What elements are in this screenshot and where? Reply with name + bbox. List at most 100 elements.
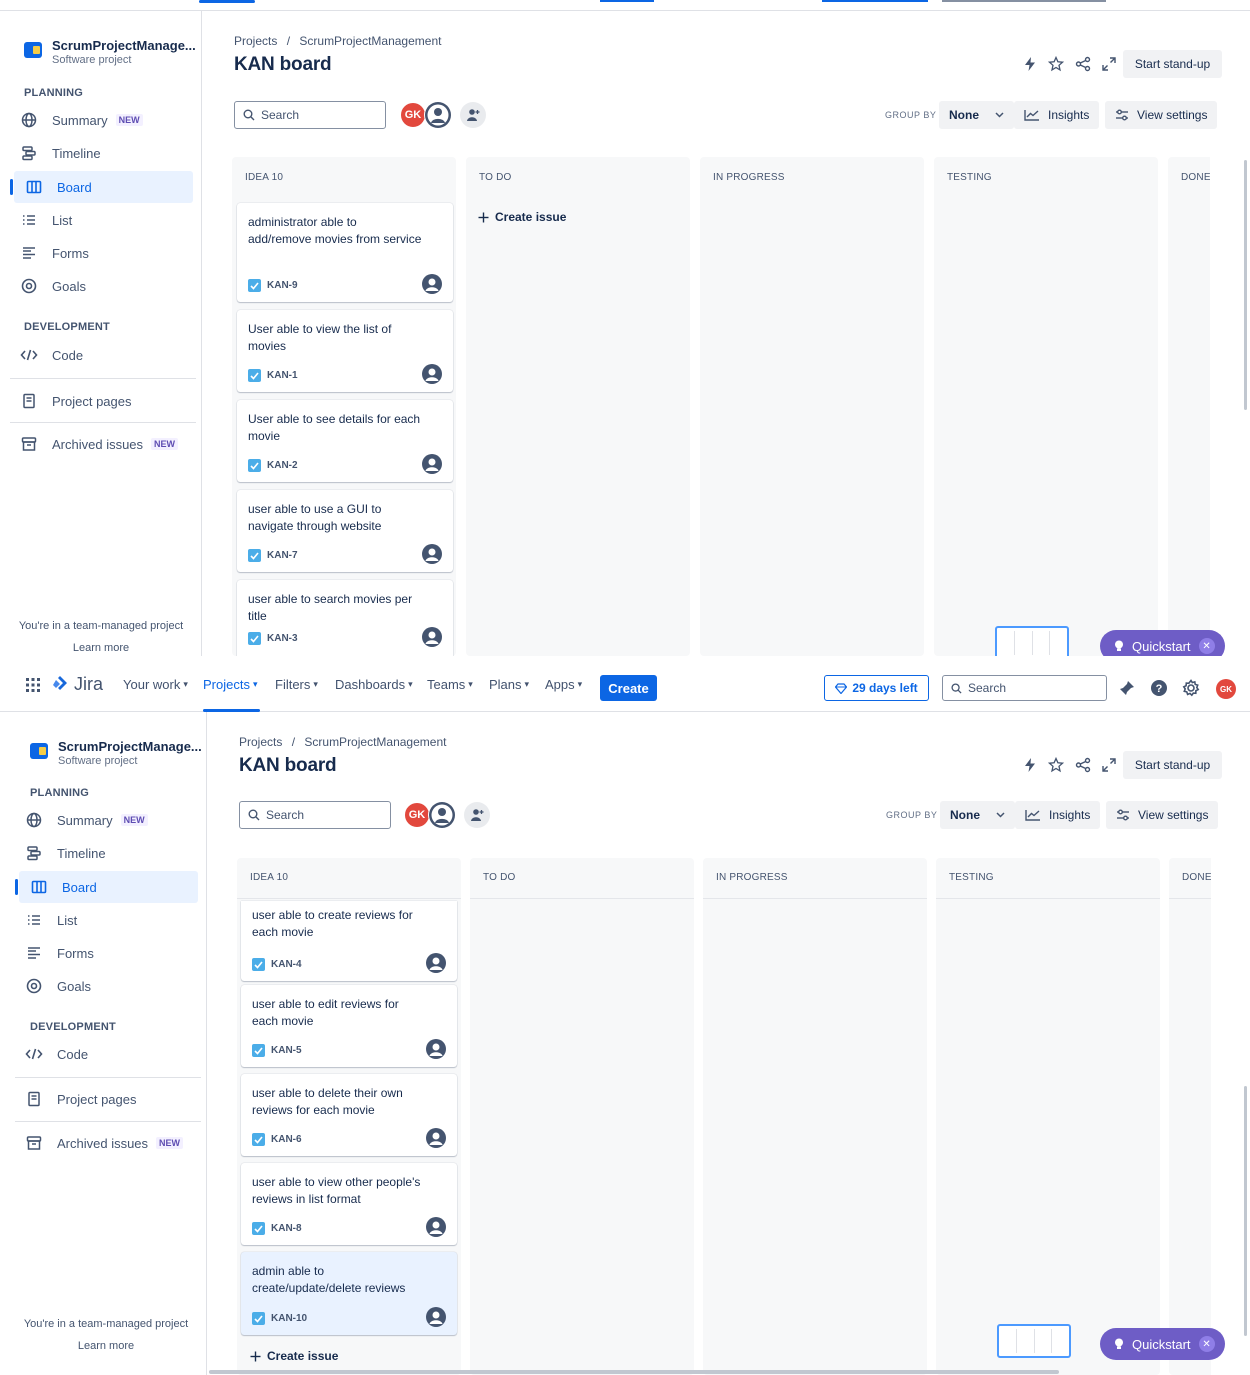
expand-icon[interactable] <box>1100 756 1118 774</box>
vertical-scrollbar[interactable] <box>1244 160 1247 410</box>
breadcrumb-projects[interactable]: Projects <box>239 735 282 749</box>
start-standup-button[interactable]: Start stand-up <box>1123 751 1222 779</box>
sidebar-item-goals[interactable]: Goals <box>10 970 193 1002</box>
insights-button[interactable]: Insights <box>1014 101 1100 129</box>
sidebar-item-timeline[interactable]: Timeline <box>5 137 188 169</box>
create-issue-button[interactable]: Create issue <box>478 210 566 224</box>
sidebar-item-goals[interactable]: Goals <box>5 270 188 302</box>
sidebar-item-summary[interactable]: Summary NEW <box>5 104 188 136</box>
sidebar-item-code[interactable]: Code <box>5 339 188 371</box>
learn-more-link[interactable]: Learn more <box>0 1340 212 1352</box>
issue-card[interactable]: User able to see details for each movie … <box>237 400 453 482</box>
nav-teams[interactable]: Teams ▾ <box>427 656 473 712</box>
board-search-input[interactable]: Search <box>234 101 386 129</box>
assignee-avatar-icon[interactable] <box>426 1217 446 1237</box>
issue-card[interactable]: administrator able to add/remove movies … <box>237 203 453 302</box>
board-minimap[interactable] <box>997 1324 1071 1358</box>
avatar-gk[interactable]: GK <box>403 801 431 829</box>
notifications-icon[interactable] <box>1118 679 1136 697</box>
sidebar-item-code[interactable]: Code <box>10 1038 193 1070</box>
breadcrumb-project[interactable]: ScrumProjectManagement <box>299 34 441 48</box>
project-header[interactable]: ScrumProjectManage... Software project <box>30 739 202 767</box>
star-icon[interactable] <box>1047 756 1065 774</box>
add-people-icon[interactable] <box>460 102 486 128</box>
group-by-select[interactable]: None <box>939 101 1014 129</box>
nav-your-work[interactable]: Your work ▾ <box>123 656 188 712</box>
group-by-select[interactable]: None <box>940 801 1015 829</box>
assignee-avatar-icon[interactable] <box>422 274 442 294</box>
assignee-avatar-icon[interactable] <box>422 364 442 384</box>
lightning-icon[interactable] <box>1021 55 1039 73</box>
sidebar-item-project-pages[interactable]: Project pages <box>5 385 188 417</box>
quickstart-button[interactable]: Quickstart ✕ <box>1100 1328 1225 1360</box>
share-icon[interactable] <box>1074 55 1092 73</box>
sidebar-item-forms[interactable]: Forms <box>10 937 193 969</box>
issue-card[interactable]: user able to edit reviews for each movie… <box>241 985 457 1067</box>
start-standup-button[interactable]: Start stand-up <box>1123 50 1222 78</box>
sidebar-item-board[interactable]: Board <box>19 871 198 903</box>
issue-card[interactable]: user able to create reviews for each mov… <box>241 901 457 981</box>
assignee-avatar-icon[interactable] <box>422 544 442 564</box>
expand-icon[interactable] <box>1100 55 1118 73</box>
nav-projects[interactable]: Projects ▾ <box>203 656 258 712</box>
app-switcher-icon[interactable] <box>24 676 42 694</box>
create-button[interactable]: Create <box>600 675 657 701</box>
svg-text:?: ? <box>1156 683 1163 695</box>
breadcrumb-project[interactable]: ScrumProjectManagement <box>304 735 446 749</box>
create-issue-button[interactable]: Create issue <box>250 1349 338 1363</box>
sidebar-item-archived-issues[interactable]: Archived issues NEW <box>5 428 188 460</box>
learn-more-link[interactable]: Learn more <box>0 642 202 654</box>
assignee-avatar-icon[interactable] <box>426 1307 446 1327</box>
help-icon[interactable]: ? <box>1150 679 1168 697</box>
board-minimap[interactable] <box>995 626 1069 656</box>
quickstart-button[interactable]: Quickstart ✕ <box>1100 630 1225 656</box>
user-avatar-icon[interactable] <box>424 101 452 129</box>
project-header[interactable]: ScrumProjectManage... Software project <box>24 38 196 66</box>
global-search-input[interactable]: Search <box>942 675 1107 701</box>
board-search-input[interactable]: Search <box>239 801 391 829</box>
sidebar-item-list[interactable]: List <box>5 204 188 236</box>
assignee-avatar-icon[interactable] <box>426 1128 446 1148</box>
sidebar-item-archived-issues[interactable]: Archived issues NEW <box>10 1127 193 1159</box>
sidebar-item-project-pages[interactable]: Project pages <box>10 1083 193 1115</box>
horizontal-scrollbar[interactable] <box>209 1370 1059 1374</box>
nav-label: Your work <box>123 676 181 692</box>
trial-days-left-button[interactable]: 29 days left <box>824 675 929 701</box>
share-icon[interactable] <box>1074 756 1092 774</box>
vertical-scrollbar[interactable] <box>1244 1086 1247 1336</box>
assignee-avatar-icon[interactable] <box>426 1039 446 1059</box>
nav-apps[interactable]: Apps ▾ <box>545 656 582 712</box>
sidebar-item-list[interactable]: List <box>10 904 193 936</box>
add-people-icon[interactable] <box>464 802 490 828</box>
issue-card[interactable]: admin able to create/update/delete revie… <box>241 1252 457 1335</box>
issue-card[interactable]: user able to view other people's reviews… <box>241 1163 457 1245</box>
sidebar-item-summary[interactable]: Summary NEW <box>10 804 193 836</box>
sidebar-item-board[interactable]: Board <box>14 171 193 203</box>
issue-card[interactable]: user able to delete their own reviews fo… <box>241 1074 457 1156</box>
sidebar-item-timeline[interactable]: Timeline <box>10 837 193 869</box>
profile-avatar[interactable]: GK <box>1216 679 1236 699</box>
jira-logo[interactable]: Jira <box>52 656 103 712</box>
close-icon[interactable]: ✕ <box>1198 1336 1215 1352</box>
view-settings-button[interactable]: View settings <box>1105 101 1218 129</box>
sidebar-item-forms[interactable]: Forms <box>5 237 188 269</box>
assignee-avatar-icon[interactable] <box>422 627 442 647</box>
lightning-icon[interactable] <box>1021 756 1039 774</box>
assignee-avatar-icon[interactable] <box>426 953 446 973</box>
issue-card[interactable]: user able to search movies per title KAN… <box>237 580 453 656</box>
user-avatar-icon[interactable] <box>428 801 456 829</box>
assignee-avatar-icon[interactable] <box>422 454 442 474</box>
settings-gear-icon[interactable] <box>1182 679 1200 697</box>
nav-plans[interactable]: Plans ▾ <box>489 656 529 712</box>
close-icon[interactable]: ✕ <box>1198 638 1215 654</box>
breadcrumb-projects[interactable]: Projects <box>234 34 277 48</box>
nav-dashboards[interactable]: Dashboards ▾ <box>335 656 413 712</box>
issue-card[interactable]: User able to view the list of movies KAN… <box>237 310 453 392</box>
issue-card[interactable]: user able to use a GUI to navigate throu… <box>237 490 453 572</box>
avatar-gk[interactable]: GK <box>399 101 427 129</box>
view-settings-button[interactable]: View settings <box>1106 801 1219 829</box>
nav-filters[interactable]: Filters ▾ <box>275 656 318 712</box>
star-icon[interactable] <box>1047 55 1065 73</box>
new-badge: NEW <box>156 1137 184 1149</box>
insights-button[interactable]: Insights <box>1015 801 1101 829</box>
